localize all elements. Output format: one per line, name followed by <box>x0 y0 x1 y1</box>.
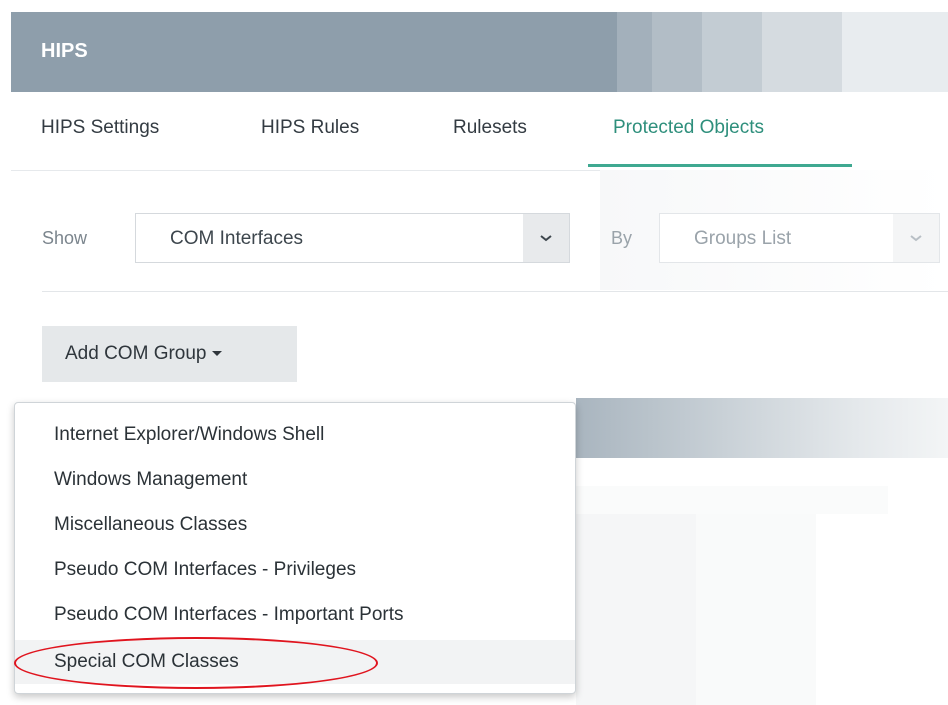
active-tab-indicator <box>588 164 852 167</box>
divider <box>42 291 948 292</box>
tab-hips-rules[interactable]: HIPS Rules <box>261 117 359 139</box>
tab-bar: HIPS Settings HIPS Rules Rulesets Protec… <box>11 92 948 171</box>
menu-item-windows-management[interactable]: Windows Management <box>15 458 575 502</box>
tab-protected-objects[interactable]: Protected Objects <box>613 117 764 139</box>
menu-item-pseudo-com-important-ports[interactable]: Pseudo COM Interfaces - Important Ports <box>15 593 575 637</box>
faded-region <box>576 514 696 705</box>
chevron-down-icon[interactable] <box>893 214 939 262</box>
menu-item-pseudo-com-privileges[interactable]: Pseudo COM Interfaces - Privileges <box>15 548 575 592</box>
chevron-down-icon[interactable] <box>523 214 569 262</box>
faded-region <box>696 514 816 705</box>
add-com-group-button[interactable]: Add COM Group <box>42 326 297 382</box>
show-select-value: COM Interfaces <box>170 228 304 249</box>
menu-item-special-com-classes[interactable]: Special COM Classes <box>15 640 575 684</box>
table-header-faded <box>576 398 948 458</box>
header-fade <box>652 12 702 92</box>
tab-hips-settings[interactable]: HIPS Settings <box>41 117 159 139</box>
add-com-group-menu: Internet Explorer/Windows Shell Windows … <box>14 402 576 694</box>
menu-item-ie-windows-shell[interactable]: Internet Explorer/Windows Shell <box>15 413 575 457</box>
show-select[interactable]: COM Interfaces <box>135 213 570 263</box>
page-title: HIPS <box>41 40 88 62</box>
header-fade <box>762 12 842 92</box>
by-label: By <box>611 228 633 248</box>
by-select-value: Groups List <box>694 228 792 249</box>
by-select[interactable]: Groups List <box>659 213 940 263</box>
faded-region <box>576 486 888 514</box>
header-fade <box>617 12 652 92</box>
header-fade <box>702 12 762 92</box>
header-fade <box>842 12 948 92</box>
menu-item-miscellaneous-classes[interactable]: Miscellaneous Classes <box>15 503 575 547</box>
caret-down-icon <box>211 351 222 357</box>
add-com-group-label: Add COM Group <box>65 343 207 364</box>
tab-rulesets[interactable]: Rulesets <box>453 117 527 139</box>
hips-header: HIPS <box>11 12 948 92</box>
show-label: Show <box>42 228 88 248</box>
